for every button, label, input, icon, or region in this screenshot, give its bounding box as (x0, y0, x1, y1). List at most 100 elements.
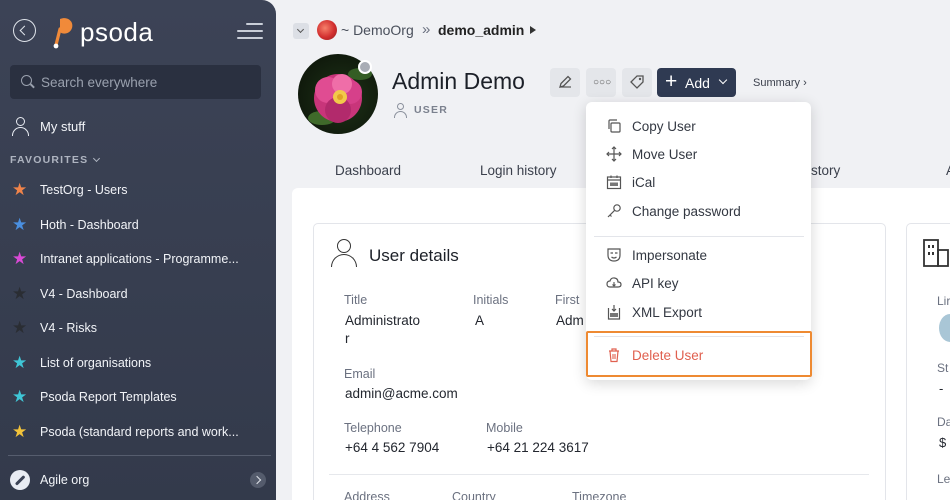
more-options-button[interactable]: ○○○ (586, 68, 616, 97)
favourite-label: Psoda (standard reports and work... (40, 424, 239, 439)
caret-right-icon[interactable] (530, 26, 536, 34)
side-label-2: St (937, 361, 949, 375)
sidebar: psoda My stuff FAVOURITES ★ TestOrg - Use… (0, 0, 276, 500)
org-logo-icon (317, 20, 337, 40)
logo-text: psoda (80, 16, 154, 47)
menu-item-change-password[interactable]: Change password (586, 199, 811, 225)
tag-icon (630, 75, 644, 89)
user-role-icon (394, 103, 407, 118)
title-value-wrap: r (345, 331, 350, 346)
star-icon: ★ (12, 214, 28, 234)
email-label: Email (344, 367, 376, 381)
favourite-label: Intranet applications - Programme... (40, 252, 239, 266)
organisation-card: Lir St - Da $ Le (906, 223, 950, 500)
favourite-item[interactable]: ★ Psoda Report Templates (0, 382, 276, 412)
menu-item-api-key[interactable]: API key (586, 271, 811, 297)
star-icon: ★ (12, 352, 28, 372)
favourite-item[interactable]: ★ TestOrg - Users (0, 175, 276, 205)
favourite-item[interactable]: ★ Intranet applications - Programme... (0, 244, 276, 274)
menu-item-label: Impersonate (632, 248, 708, 263)
breadcrumb-user[interactable]: demo_admin (438, 22, 524, 38)
mask-icon (607, 248, 621, 262)
menu-item-ical[interactable]: iCal (586, 170, 811, 196)
chevron-down-icon (718, 75, 728, 85)
initials-label: Initials (473, 293, 509, 307)
first-name-value: Adm (556, 313, 584, 328)
favourite-label: Hoth - Dashboard (40, 217, 139, 232)
tab-dashboard[interactable]: Dashboard (335, 163, 401, 178)
mobile-label: Mobile (486, 421, 523, 435)
add-button[interactable]: + Add (657, 68, 736, 97)
star-icon: ★ (12, 283, 28, 303)
menu-item-label: XML Export (632, 305, 703, 320)
favourite-label: List of organisations (40, 355, 152, 370)
key-icon (607, 204, 621, 218)
user-details-heading: User details (369, 246, 459, 265)
chevron-right-icon[interactable] (250, 472, 266, 488)
psoda-logo[interactable]: psoda (50, 14, 153, 50)
tab-login-history[interactable]: Login history (480, 163, 557, 178)
side-label-4: Le (937, 472, 950, 486)
breadcrumb-toggle[interactable] (293, 23, 309, 39)
org-icon (10, 470, 30, 490)
telephone-value: +64 4 562 7904 (345, 440, 440, 455)
search-input[interactable] (41, 65, 256, 99)
favourite-item[interactable]: ★ Hoth - Dashboard (0, 210, 276, 240)
star-icon: ★ (12, 387, 28, 406)
more-dots-icon: ○○○ (593, 77, 612, 88)
favourite-label: TestOrg - Users (40, 183, 128, 197)
side-label-1: Lir (937, 294, 950, 308)
psoda-logo-mark-icon (53, 18, 73, 49)
my-stuff-label: My stuff (40, 119, 86, 134)
favourite-label: V4 - Dashboard (40, 286, 128, 301)
favourite-item[interactable]: ★ Psoda (standard reports and work... (0, 417, 276, 447)
favourite-item[interactable]: ★ List of organisations (0, 348, 276, 378)
breadcrumb-org[interactable]: ~ DemoOrg (341, 22, 414, 38)
menu-item-label: API key (632, 276, 679, 291)
role-label: USER (414, 104, 448, 116)
menu-divider (594, 236, 804, 237)
menu-item-impersonate[interactable]: Impersonate (586, 243, 811, 269)
person-icon (12, 117, 29, 136)
add-label: Add (685, 75, 710, 91)
side-label-3: Da (937, 415, 950, 429)
favourite-item[interactable]: ★ V4 - Risks (0, 313, 276, 343)
tag-button[interactable] (622, 68, 652, 97)
back-arrow-icon[interactable] (13, 19, 36, 42)
cloud-icon (606, 277, 622, 288)
favourite-label: Psoda Report Templates (40, 390, 177, 404)
delete-user-highlight (586, 331, 812, 377)
title-value: Administrato (345, 313, 421, 328)
side-value-1: - (939, 381, 944, 396)
menu-item-xml-export[interactable]: XML Export (586, 300, 811, 326)
current-org-item[interactable]: Agile org (0, 465, 276, 495)
edit-button[interactable] (550, 68, 580, 97)
timezone-label: Timezone (572, 490, 627, 500)
chevron-down-icon (93, 154, 101, 163)
pencil-icon (559, 75, 572, 88)
star-icon: ★ (12, 180, 28, 199)
tab-history[interactable]: istory (808, 163, 840, 178)
email-value: admin@acme.com (345, 386, 458, 401)
menu-item-label: Move User (632, 147, 698, 162)
address-label: Address (344, 490, 390, 500)
favourites-heading[interactable]: FAVOURITES (10, 154, 101, 166)
sidebar-header: psoda (0, 0, 276, 62)
collapse-sidebar-icon[interactable] (237, 21, 263, 41)
first-name-label: First (555, 293, 580, 307)
move-icon (606, 146, 622, 162)
menu-item-move-user[interactable]: Move User (586, 142, 811, 168)
my-stuff-link[interactable]: My stuff (0, 112, 276, 140)
favourite-item[interactable]: ★ V4 - Dashboard (0, 279, 276, 309)
tab-more[interactable]: A (946, 163, 950, 178)
star-icon: ★ (12, 249, 28, 268)
title-label: Title (344, 293, 368, 307)
star-icon: ★ (12, 421, 28, 441)
search-icon (21, 75, 32, 86)
summary-link[interactable]: Summary › (753, 77, 807, 89)
menu-item-copy-user[interactable]: Copy User (586, 114, 811, 140)
card-divider (329, 474, 869, 475)
user-icon (331, 239, 357, 267)
breadcrumb-separator: » (422, 21, 431, 38)
status-dot (358, 60, 372, 74)
